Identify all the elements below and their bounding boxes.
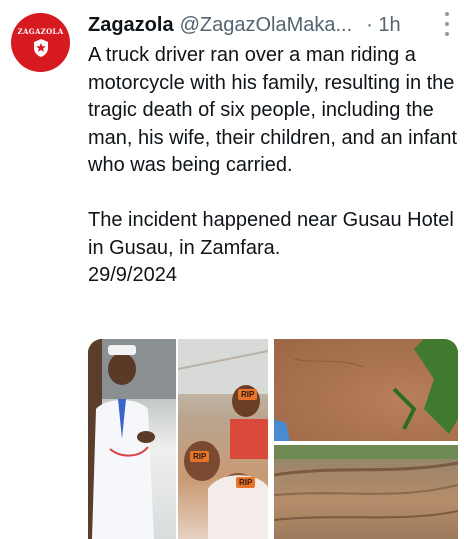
photo-children[interactable]: RIP RIP RIP (178, 339, 268, 539)
tweet-header: Zagazola @ZagazOlaMaka... · 1h (88, 10, 450, 40)
man-figure (88, 339, 176, 539)
tweet-paragraph: A truck driver ran over a man riding a m… (88, 44, 458, 177)
shield-icon (33, 39, 48, 57)
tweet-date: 29/9/2024 (88, 264, 177, 287)
timestamp[interactable]: · 1h (366, 14, 400, 37)
photo-scene-road[interactable] (274, 445, 458, 539)
rip-label: RIP (236, 477, 256, 488)
rip-label: RIP (190, 451, 210, 462)
avatar-logo-text: ZAGAZOLA (17, 27, 64, 36)
display-name[interactable]: Zagazola (88, 14, 174, 37)
tweet-paragraph: The incident happened near Gusau Hotel i… (88, 208, 454, 259)
media-grid: RIP RIP RIP (88, 339, 458, 539)
user-handle[interactable]: @ZagazOlaMaka... (180, 14, 353, 37)
photo-man-portrait[interactable] (88, 339, 176, 539)
avatar[interactable]: ZAGAZOLA (11, 13, 70, 72)
rip-label: RIP (238, 389, 258, 400)
children-figures (178, 339, 268, 539)
photo-scene-ground[interactable] (274, 339, 458, 441)
more-options-icon[interactable] (444, 12, 450, 36)
ground-scene (274, 339, 458, 441)
tweet-text: A truck driver ran over a man riding a m… (88, 42, 460, 290)
road-scene (274, 445, 458, 521)
